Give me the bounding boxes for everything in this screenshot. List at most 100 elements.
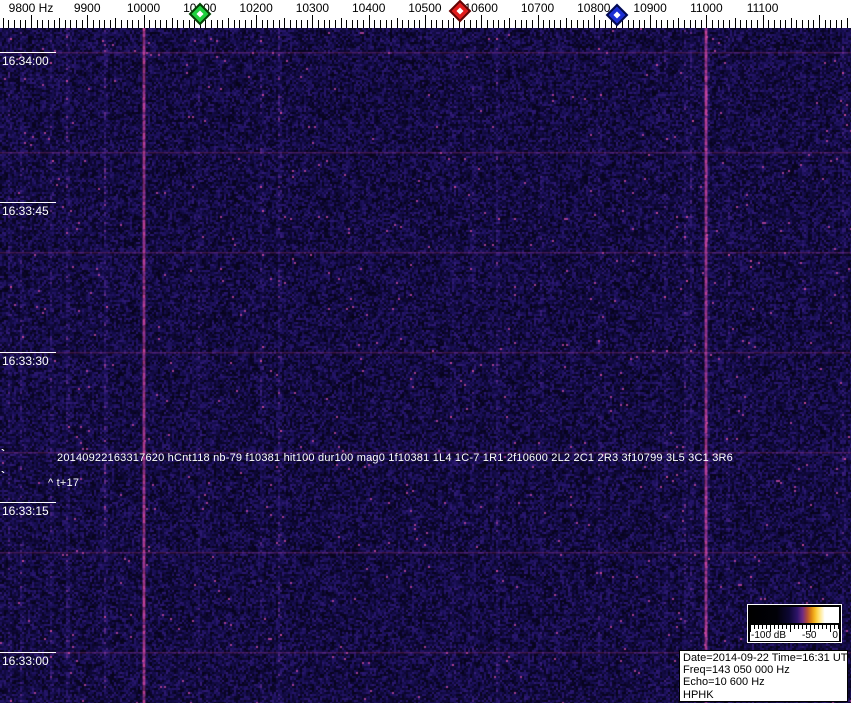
freq-tick <box>171 18 173 28</box>
freq-tick <box>785 20 787 28</box>
freq-tick <box>633 20 635 28</box>
frequency-ruler[interactable]: 9800 Hz990010000101001020010300104001050… <box>0 0 851 28</box>
echo-line: Echo=10 600 Hz <box>683 676 765 689</box>
freq-tick <box>104 20 106 28</box>
freq-tick <box>87 15 89 28</box>
freq-tick <box>301 20 303 28</box>
time-tick <box>0 502 56 503</box>
freq-tick <box>284 18 286 28</box>
time-tick <box>0 652 56 653</box>
freq-axis-label: 10500 <box>408 1 442 15</box>
freq-tick <box>576 20 578 28</box>
freq-tick <box>188 20 190 28</box>
freq-tick <box>42 20 44 28</box>
freq-tick <box>706 15 708 28</box>
freq-tick <box>672 20 674 28</box>
freq-tick <box>650 15 652 28</box>
freq-tick <box>115 18 117 28</box>
time-tick <box>0 52 56 53</box>
freq-tick <box>222 20 224 28</box>
freq-tick <box>475 20 477 28</box>
freq-tick <box>565 18 567 28</box>
freq-tick <box>346 20 348 28</box>
freq-tick <box>582 20 584 28</box>
freq-tick <box>481 15 483 28</box>
db-tick <box>774 625 775 629</box>
freq-tick <box>132 20 134 28</box>
freq-axis-label: 10700 <box>520 1 555 15</box>
freq-tick <box>847 18 849 28</box>
freq-tick <box>599 20 601 28</box>
freq-tick <box>740 20 742 28</box>
date-time-line: Date=2014-09-22 Time=16:31 UTC <box>683 652 848 664</box>
freq-tick <box>408 20 410 28</box>
db-tick <box>758 625 759 629</box>
freq-tick <box>700 20 702 28</box>
time-axis-label: 16:33:30 <box>2 354 49 368</box>
time-offset-annotation: ^ t+17 <box>48 477 80 489</box>
freq-tick <box>8 20 10 28</box>
db-tick <box>766 625 767 629</box>
db-tick <box>778 625 779 629</box>
station-line: HPHK <box>683 688 714 701</box>
freq-tick <box>824 20 826 28</box>
freq-tick <box>413 20 415 28</box>
time-axis-label: 16:34:00 <box>2 54 49 68</box>
freq-tick <box>267 20 269 28</box>
freq-tick <box>402 20 404 28</box>
meteor-spectrogram-app: 9800 Hz990010000101001020010300104001050… <box>0 0 851 703</box>
freq-axis-label: 11000 <box>690 1 723 15</box>
freq-tick <box>537 15 539 28</box>
freq-tick <box>520 20 522 28</box>
freq-tick <box>295 20 297 28</box>
db-labels: -100 dB -50 0 <box>750 631 839 641</box>
freq-tick <box>430 20 432 28</box>
freq-tick <box>92 20 94 28</box>
freq-tick <box>363 20 364 28</box>
db-tick <box>794 625 795 629</box>
freq-tick <box>126 20 128 28</box>
freq-tick <box>211 20 213 28</box>
freq-tick <box>379 20 381 28</box>
db-tick <box>798 625 799 629</box>
freq-tick <box>588 20 590 28</box>
spectrogram-plot[interactable] <box>0 28 851 703</box>
freq-tick <box>492 20 494 28</box>
freq-tick <box>728 20 730 28</box>
freq-tick <box>374 20 376 28</box>
freq-tick <box>768 20 770 28</box>
colormap-gradient <box>750 607 839 623</box>
db-tick <box>822 625 823 629</box>
frequency-line: Freq=143 050 000 Hz <box>683 664 790 677</box>
freq-tick <box>182 20 184 28</box>
time-tick <box>0 202 56 203</box>
freq-tick <box>543 20 545 28</box>
freq-tick <box>830 20 832 28</box>
freq-tick <box>661 20 663 28</box>
freq-tick <box>334 20 336 28</box>
db-tick <box>786 625 787 629</box>
freq-tick <box>323 20 325 28</box>
freq-tick <box>627 20 629 28</box>
freq-tick <box>835 20 837 28</box>
db-tick <box>770 625 771 632</box>
freq-tick <box>160 20 162 28</box>
freq-tick <box>47 20 49 28</box>
freq-axis-label: 10400 <box>352 1 386 15</box>
detection-annotation: 20140922163317620 hCnt118 nb-79 f10381 h… <box>57 452 733 464</box>
freq-tick <box>351 20 353 28</box>
freq-tick <box>70 20 72 28</box>
freq-tick <box>98 20 100 28</box>
freq-tick <box>762 15 764 28</box>
freq-tick <box>357 20 359 28</box>
freq-axis-label: 10800 <box>577 1 611 15</box>
freq-tick <box>19 20 21 28</box>
freq-axis-label: 10600 <box>464 1 498 15</box>
db-label-max: 0 <box>832 630 838 641</box>
freq-tick <box>689 20 691 28</box>
freq-tick <box>340 18 342 28</box>
freq-tick <box>273 20 274 28</box>
db-tick <box>806 625 807 629</box>
freq-tick <box>757 20 758 28</box>
freq-tick <box>261 20 263 28</box>
